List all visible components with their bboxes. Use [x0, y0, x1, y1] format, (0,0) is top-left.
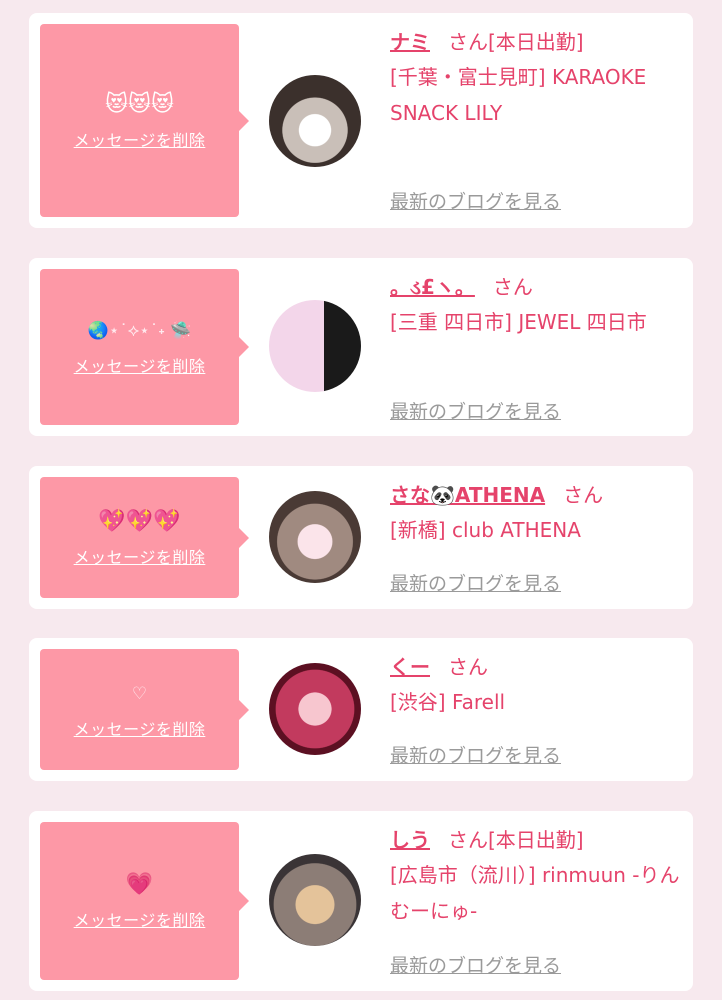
- cast-name-link[interactable]: くー: [390, 655, 430, 679]
- latest-blog-link[interactable]: 最新のブログを見る: [390, 951, 561, 978]
- shop-label: [千葉・富士見町] KARAOKE SNACK LILY: [390, 65, 647, 125]
- cast-name-link[interactable]: さな🐼ATHENA: [390, 483, 545, 507]
- cast-name-link[interactable]: 。ડ£ヽ。: [390, 275, 475, 299]
- message-bubble: 💖💖💖 メッセージを削除: [40, 477, 249, 598]
- message-card: ♡ メッセージを削除 くー さん [渋谷] Farell 最新のブログを見る: [29, 638, 693, 781]
- message-card: 😻😻😻 メッセージを削除 ナミ さん[本日出勤] [千葉・富士見町] KARAOK…: [29, 13, 693, 228]
- cast-info: 。ડ£ヽ。 さん [三重 四日市] JEWEL 四日市 最新のブログを見る: [390, 274, 680, 424]
- latest-blog-link[interactable]: 最新のブログを見る: [390, 569, 561, 596]
- avatar[interactable]: [269, 663, 361, 755]
- stamp-emoji: ♡: [131, 683, 148, 704]
- message-card: 💗 メッセージを削除 しう さん[本日出勤] [広島市（流川）] rinmuun …: [29, 811, 693, 991]
- stamp-emoji: 💖💖💖: [98, 508, 181, 534]
- honorific-label: さん: [448, 828, 488, 852]
- shop-label: [新橋] club ATHENA: [390, 518, 581, 542]
- delete-message-link[interactable]: メッセージを削除: [74, 353, 206, 377]
- delete-message-link[interactable]: メッセージを削除: [74, 127, 206, 151]
- message-bubble: 😻😻😻 メッセージを削除: [40, 24, 249, 217]
- shop-label: [三重 四日市] JEWEL 四日市: [390, 310, 647, 334]
- delete-message-link[interactable]: メッセージを削除: [74, 544, 206, 568]
- honorific-label: さん: [492, 275, 533, 299]
- stamp-emoji: 🌏⋆˙⟡⋆˙˖ 🛸: [87, 321, 192, 341]
- honorific-label: さん: [448, 655, 488, 679]
- avatar[interactable]: [269, 300, 361, 392]
- cast-info: しう さん[本日出勤] [広島市（流川）] rinmuun -りんむーにゅ- 最新…: [390, 827, 680, 982]
- stamp-emoji: 💗: [125, 872, 154, 897]
- delete-message-link[interactable]: メッセージを削除: [74, 716, 206, 740]
- cast-info: ナミ さん[本日出勤] [千葉・富士見町] KARAOKE SNACK LILY …: [390, 29, 680, 219]
- message-card: 💖💖💖 メッセージを削除 さな🐼ATHENA さん [新橋] club ATHEN…: [29, 466, 693, 609]
- delete-message-link[interactable]: メッセージを削除: [74, 907, 206, 931]
- latest-blog-link[interactable]: 最新のブログを見る: [390, 397, 561, 424]
- status-label: [本日出勤]: [488, 30, 584, 54]
- latest-blog-link[interactable]: 最新のブログを見る: [390, 741, 561, 768]
- message-card: 🌏⋆˙⟡⋆˙˖ 🛸 メッセージを削除 。ડ£ヽ。 さん [三重 四日市] JEWE…: [29, 258, 693, 436]
- message-bubble: ♡ メッセージを削除: [40, 649, 249, 770]
- message-bubble: 🌏⋆˙⟡⋆˙˖ 🛸 メッセージを削除: [40, 269, 249, 425]
- stamp-emoji: 😻😻😻: [105, 91, 174, 117]
- honorific-label: さん: [563, 483, 604, 507]
- cast-info: さな🐼ATHENA さん [新橋] club ATHENA 最新のブログを見る: [390, 482, 680, 602]
- latest-blog-link[interactable]: 最新のブログを見る: [390, 187, 561, 214]
- cast-name-link[interactable]: ナミ: [390, 30, 430, 54]
- shop-label: [広島市（流川）] rinmuun -りんむーにゅ-: [390, 863, 680, 923]
- shop-label: [渋谷] Farell: [390, 690, 506, 714]
- avatar[interactable]: [269, 491, 361, 583]
- avatar[interactable]: [269, 75, 361, 167]
- avatar[interactable]: [269, 854, 361, 946]
- status-label: [本日出勤]: [488, 828, 584, 852]
- message-bubble: 💗 メッセージを削除: [40, 822, 249, 980]
- cast-info: くー さん [渋谷] Farell 最新のブログを見る: [390, 654, 680, 774]
- cast-name-link[interactable]: しう: [390, 828, 430, 852]
- honorific-label: さん: [448, 30, 488, 54]
